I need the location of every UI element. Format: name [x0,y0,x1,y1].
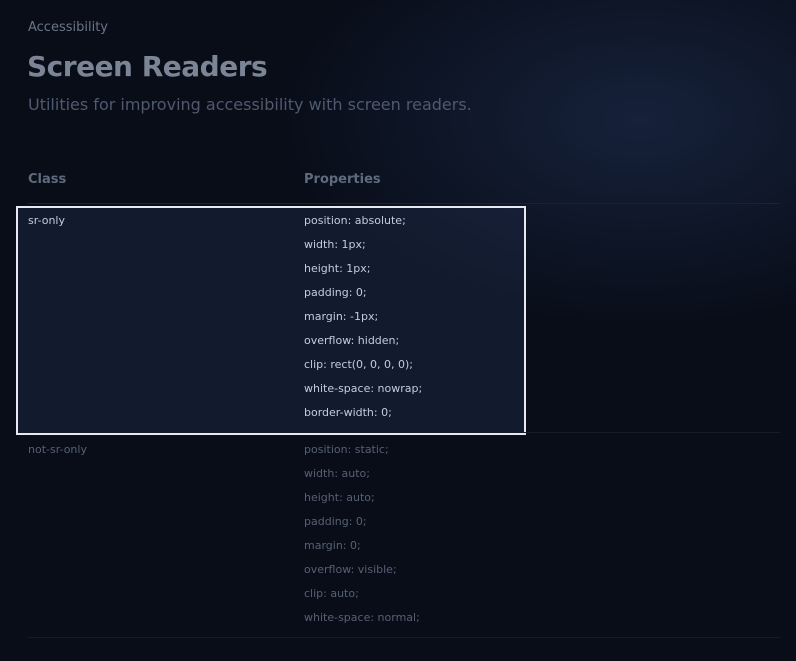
property-list: position: static; width: auto; height: a… [304,433,780,639]
property-line: clip: auto; [304,587,359,600]
column-header-class: Class [28,172,67,187]
property-line: clip: rect(0, 0, 0, 0); [304,358,414,371]
property-line: margin: -1px; [304,310,379,323]
property-line: position: absolute; [304,214,406,227]
property-line: width: 1px; [304,238,366,251]
class-name: sr-only [28,214,65,227]
page-title: Screen Readers [27,50,268,83]
property-line: border-width: 0; [304,406,392,419]
property-line: padding: 0; [304,515,367,528]
table-row-not-sr-only[interactable]: not-sr-only position: static; width: aut… [28,433,780,638]
property-line: overflow: visible; [304,563,397,576]
table-row-sr-only[interactable]: sr-only position: absolute; width: 1px; … [28,204,780,433]
property-line: height: 1px; [304,262,371,275]
class-name: not-sr-only [28,443,87,456]
column-header-properties: Properties [304,172,381,187]
section-label: Accessibility [28,20,108,35]
property-line: width: auto; [304,467,370,480]
property-line: padding: 0; [304,286,367,299]
property-line: white-space: normal; [304,611,420,624]
property-line: position: static; [304,443,389,456]
utilities-table: Class Properties sr-only position: absol… [28,170,780,638]
table-header: Class Properties [28,170,780,204]
property-list: position: absolute; width: 1px; height: … [304,204,780,434]
property-line: height: auto; [304,491,375,504]
property-line: white-space: nowrap; [304,382,423,395]
property-line: margin: 0; [304,539,361,552]
property-line: overflow: hidden; [304,334,400,347]
page-description: Utilities for improving accessibility wi… [28,95,472,114]
